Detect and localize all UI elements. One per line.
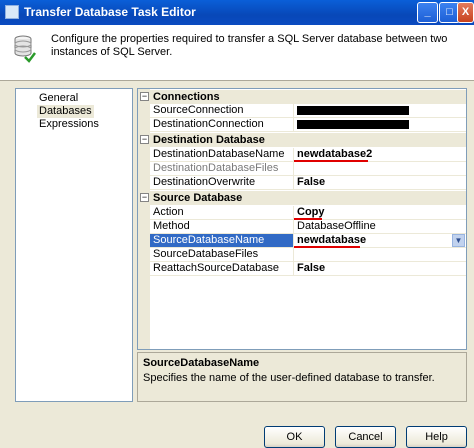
collapse-toggle-icon[interactable]: −: [140, 135, 149, 144]
annotation-underline: [294, 218, 322, 220]
chevron-down-icon[interactable]: ▼: [452, 234, 465, 247]
nav-item-general[interactable]: General: [37, 92, 80, 105]
transfer-database-task-editor-window: Transfer Database Task Editor _ □ X Conf…: [0, 0, 474, 448]
database-transfer-icon: [14, 35, 36, 63]
cancel-button[interactable]: Cancel: [335, 426, 396, 448]
nav-panel: General Databases Expressions: [15, 88, 133, 402]
category-connections[interactable]: − Connections: [138, 90, 466, 104]
property-row-destination-connection[interactable]: DestinationConnection: [150, 118, 466, 132]
property-value[interactable]: [295, 162, 468, 175]
category-label: Connections: [153, 91, 220, 103]
redaction-bar: [297, 120, 409, 129]
property-name: SourceDatabaseFiles: [150, 248, 294, 261]
ok-button[interactable]: OK: [264, 426, 325, 448]
category-label: Source Database: [153, 192, 243, 204]
property-name: Action: [150, 206, 294, 219]
property-row-destination-database-files[interactable]: DestinationDatabaseFiles: [150, 162, 466, 176]
nav-item-databases[interactable]: Databases: [37, 105, 94, 118]
property-name-selected: SourceDatabaseName: [150, 234, 294, 247]
window-title: Transfer Database Task Editor: [24, 5, 196, 19]
property-name: DestinationDatabaseFiles: [150, 162, 294, 175]
category-source-database[interactable]: − Source Database: [138, 191, 466, 205]
nav-item-expressions[interactable]: Expressions: [37, 118, 101, 131]
property-value[interactable]: False: [295, 262, 468, 275]
property-name: DestinationOverwrite: [150, 176, 294, 189]
property-value-redacted[interactable]: [295, 104, 468, 117]
minimize-button[interactable]: _: [417, 2, 438, 23]
property-value[interactable]: [295, 248, 468, 261]
property-row-source-connection[interactable]: SourceConnection: [150, 104, 466, 118]
help-button[interactable]: Help: [406, 426, 467, 448]
property-name: Method: [150, 220, 294, 233]
description-title: SourceDatabaseName: [143, 357, 260, 369]
property-name: ReattachSourceDatabase: [150, 262, 294, 275]
close-button[interactable]: X: [457, 2, 474, 23]
description-panel: SourceDatabaseName Specifies the name of…: [137, 352, 467, 402]
category-destination-database[interactable]: − Destination Database: [138, 133, 466, 147]
property-value-redacted[interactable]: [295, 118, 468, 131]
app-icon: [5, 5, 19, 19]
property-name: DestinationConnection: [150, 118, 294, 131]
property-value[interactable]: False: [295, 176, 468, 189]
collapse-toggle-icon[interactable]: −: [140, 193, 149, 202]
header-description: Configure the properties required to tra…: [51, 33, 448, 58]
category-label: Destination Database: [153, 134, 265, 146]
grid-margin: [138, 89, 150, 349]
annotation-underline: [294, 160, 368, 162]
property-row-reattach-source-database[interactable]: ReattachSourceDatabase False: [150, 262, 466, 276]
property-row-method[interactable]: Method DatabaseOffline: [150, 220, 466, 234]
annotation-underline: [294, 246, 360, 248]
redaction-bar: [297, 106, 409, 115]
property-row-destination-overwrite[interactable]: DestinationOverwrite False: [150, 176, 466, 190]
collapse-toggle-icon[interactable]: −: [140, 92, 149, 101]
property-name: DestinationDatabaseName: [150, 148, 294, 161]
title-bar[interactable]: Transfer Database Task Editor _ □ X: [0, 0, 474, 25]
property-row-source-database-files[interactable]: SourceDatabaseFiles: [150, 248, 466, 262]
description-text: Specifies the name of the user-defined d…: [143, 372, 435, 384]
property-name: SourceConnection: [150, 104, 294, 117]
property-value[interactable]: DatabaseOffline: [295, 220, 468, 233]
